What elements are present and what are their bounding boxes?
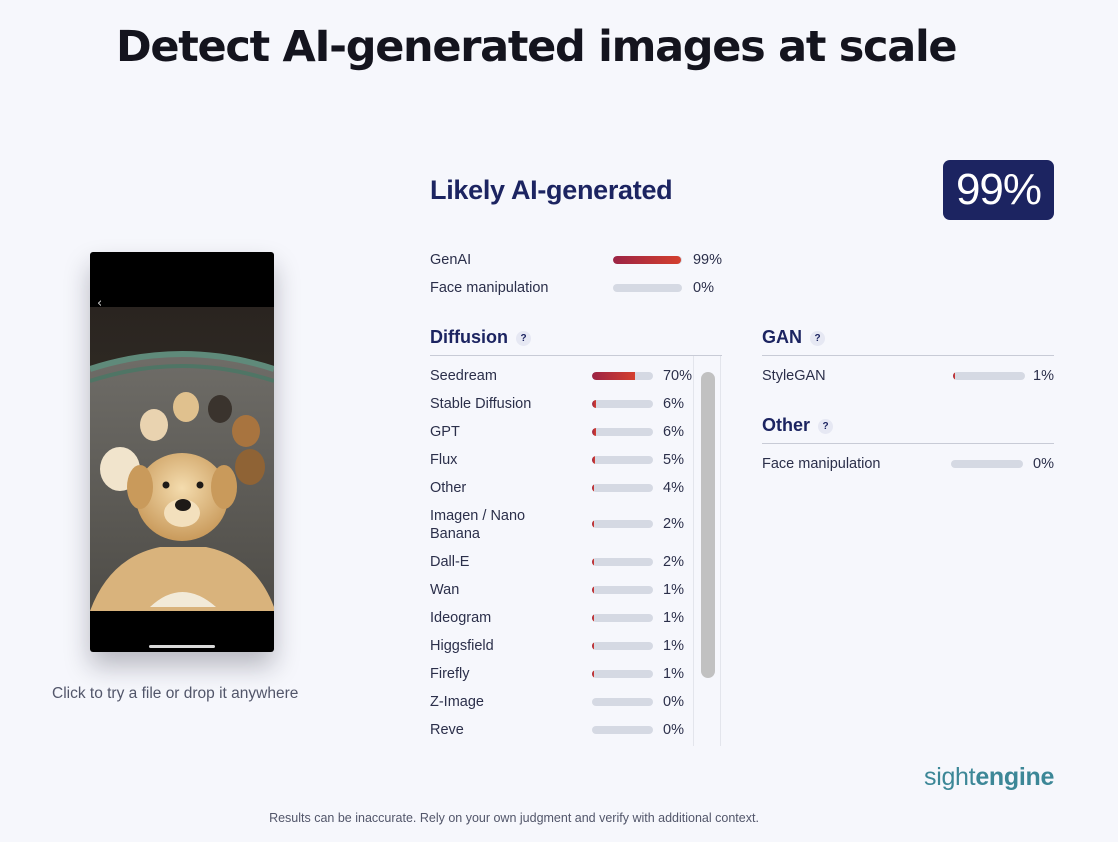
score-percent: 5% [663,452,684,468]
score-bar-fill [592,586,594,594]
page: Detect AI-generated images at scale ‹ Cl… [0,0,1118,842]
score-bar-fill [592,642,594,650]
score-bar-fill [613,256,682,264]
section-other-title: Other? [762,415,834,436]
score-percent: 0% [663,722,684,738]
score-percent: 0% [1033,456,1054,472]
model-label: Flux [430,452,458,468]
help-icon[interactable]: ? [810,331,825,346]
list-item: Z-Image 0% [430,693,692,711]
dropzone-hint[interactable]: Click to try a file or drop it anywhere [52,685,298,703]
list-item: Wan 1% [430,581,692,599]
score-percent: 6% [663,424,684,440]
score-bar-fill [592,428,596,436]
model-label: Face manipulation [762,456,881,472]
model-label: Z-Image [430,694,484,710]
model-label: Seedream [430,368,497,384]
summary-label: Face manipulation [430,280,549,296]
list-item: GPT 6% [430,423,692,441]
model-label: Wan [430,582,460,598]
brand-logo-light: sight [924,763,976,791]
list-item: Imagen / Nano Banana 2% [430,507,692,543]
section-gan-title: GAN? [762,327,825,348]
summary-row-face-manipulation: Face manipulation 0% [430,279,730,297]
list-item: Ideogram 1% [430,609,692,627]
score-bar [592,372,653,380]
score-percent: 70% [662,368,692,384]
score-percent: 1% [1033,368,1054,384]
score-bar-fill [592,456,596,464]
list-item: Dall-E 2% [430,553,692,571]
score-percent: 2% [663,516,684,532]
help-icon[interactable]: ? [516,331,531,346]
list-item: Face manipulation 0% [762,455,1054,473]
image-preview-dropzone[interactable]: ‹ [90,252,274,652]
score-percent: 1% [663,666,684,682]
model-label: Stable Diffusion [430,396,532,412]
scrollbar-thumb[interactable] [701,372,715,678]
brand-logo[interactable]: sightengine [924,763,1054,792]
score-bar-fill [592,558,594,566]
divider [762,443,1054,444]
model-label: Ideogram [430,610,492,626]
divider [430,355,722,356]
model-label: Higgsfield [430,638,494,654]
list-item: Firefly 1% [430,665,692,683]
list-item: Seedream 70% [430,367,692,385]
list-item: Reve 0% [430,721,692,739]
model-label: Other [430,480,467,496]
score-bar-fill [592,670,594,678]
verdict-title: Likely AI-generated [430,175,673,205]
score-bar-fill [592,520,594,528]
score-percent: 4% [663,480,684,496]
list-item: Flux 5% [430,451,692,469]
score-percent: 2% [663,554,684,570]
model-label: GPT [430,424,460,440]
score-percent: 1% [663,582,684,598]
score-bar-fill [592,484,595,492]
model-label: Dall-E [430,554,470,570]
divider [762,355,1054,356]
help-icon[interactable]: ? [818,419,834,434]
score-bar [951,460,1023,468]
list-item: StyleGAN 1% [762,367,1054,385]
score-bar [613,284,682,292]
section-diffusion-title: Diffusion? [430,327,531,348]
home-indicator [149,645,215,648]
disclaimer-footer: Results can be inaccurate. Rely on your … [269,811,759,825]
score-percent: 6% [663,396,684,412]
model-label: Firefly [430,666,470,682]
score-percent: 99% [692,252,722,268]
score-bar-fill [953,372,956,380]
list-item: Higgsfield 1% [430,637,692,655]
score-bar-fill [592,372,635,380]
model-label: StyleGAN [762,368,826,384]
diffusion-scrollbar[interactable] [693,356,721,746]
page-headline: Detect AI-generated images at scale [116,22,958,72]
list-item: Stable Diffusion 6% [430,395,692,413]
model-label: Reve [430,722,464,738]
score-percent: 0% [663,694,684,710]
score-bar-fill [592,400,596,408]
score-bar [613,256,682,264]
list-item: Other 4% [430,479,692,497]
summary-row-genai: GenAI 99% [430,251,730,269]
score-percent: 0% [693,280,714,296]
model-label: Imagen / Nano Banana [430,508,526,542]
score-percent: 1% [663,610,684,626]
score-percent: 1% [663,638,684,654]
uploaded-image-dogs [90,307,274,611]
score-badge: 99% [943,160,1054,220]
brand-logo-bold: engine [975,763,1055,791]
summary-label: GenAI [430,252,472,268]
score-bar-fill [592,614,594,622]
